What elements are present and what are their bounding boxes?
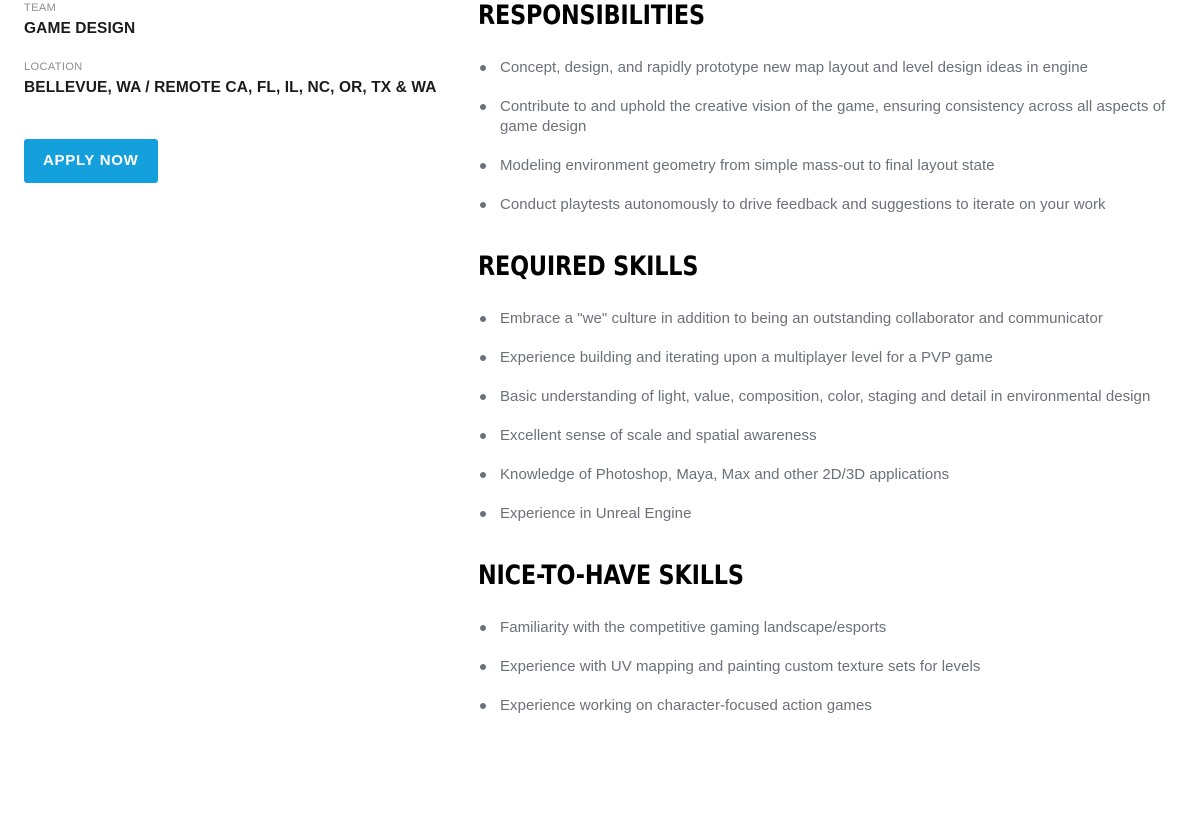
list-item-text: Basic understanding of light, value, com…	[500, 388, 1151, 405]
list-item-text: Experience working on character-focused …	[500, 697, 872, 714]
bullet-dot-icon	[480, 355, 486, 361]
responsibilities-list: Concept, design, and rapidly prototype n…	[478, 58, 1168, 215]
list-item-text: Modeling environment geometry from simpl…	[500, 157, 995, 174]
list-item-text: Experience in Unreal Engine	[500, 505, 692, 522]
bullet-dot-icon	[480, 472, 486, 478]
list-item: Experience with UV mapping and painting …	[478, 657, 1168, 677]
bullet-dot-icon	[480, 104, 486, 110]
list-item: Excellent sense of scale and spatial awa…	[478, 426, 1168, 446]
team-value: GAME DESIGN	[24, 20, 136, 37]
section-heading-responsibilities: RESPONSIBILITIES	[478, 0, 705, 31]
list-item-text: Experience building and iterating upon a…	[500, 349, 993, 366]
job-description-content: RESPONSIBILITIES Concept, design, and ra…	[478, 0, 1168, 752]
team-label: TEAM	[24, 2, 57, 14]
bullet-dot-icon	[480, 433, 486, 439]
team-meta-block: TEAM GAME DESIGN	[24, 0, 444, 39]
location-value: BELLEVUE, WA / REMOTE CA, FL, IL, NC, OR…	[24, 79, 437, 96]
list-item-text: Excellent sense of scale and spatial awa…	[500, 427, 817, 444]
bullet-dot-icon	[480, 202, 486, 208]
bullet-dot-icon	[480, 625, 486, 631]
bullet-dot-icon	[480, 163, 486, 169]
apply-now-button[interactable]: APPLY NOW	[24, 139, 158, 183]
job-listing-page: TEAM GAME DESIGN LOCATION BELLEVUE, WA /…	[0, 0, 1190, 814]
list-item: Modeling environment geometry from simpl…	[478, 156, 1168, 176]
section-required-skills: REQUIRED SKILLS Embrace a "we" culture i…	[478, 251, 1168, 524]
list-item: Embrace a "we" culture in addition to be…	[478, 309, 1168, 329]
job-meta-sidebar: TEAM GAME DESIGN LOCATION BELLEVUE, WA /…	[24, 0, 444, 183]
list-item: Experience working on character-focused …	[478, 696, 1168, 716]
list-item-text: Contribute to and uphold the creative vi…	[500, 98, 1166, 135]
list-item-text: Embrace a "we" culture in addition to be…	[500, 310, 1103, 327]
list-item: Familiarity with the competitive gaming …	[478, 618, 1168, 638]
required-skills-list: Embrace a "we" culture in addition to be…	[478, 309, 1168, 524]
list-item: Experience in Unreal Engine	[478, 504, 1168, 524]
section-nice-to-have-skills: NICE-TO-HAVE SKILLS Familiarity with the…	[478, 560, 1168, 716]
list-item-text: Knowledge of Photoshop, Maya, Max and ot…	[500, 466, 950, 483]
list-item: Contribute to and uphold the creative vi…	[478, 97, 1168, 137]
list-item-text: Concept, design, and rapidly prototype n…	[500, 59, 1089, 76]
list-item-text: Conduct playtests autonomously to drive …	[500, 196, 1106, 213]
list-item: Knowledge of Photoshop, Maya, Max and ot…	[478, 465, 1168, 485]
list-item: Concept, design, and rapidly prototype n…	[478, 58, 1168, 78]
list-item-text: Experience with UV mapping and painting …	[500, 658, 981, 675]
bullet-dot-icon	[480, 316, 486, 322]
section-heading-required-skills: REQUIRED SKILLS	[478, 251, 699, 282]
list-item-text: Familiarity with the competitive gaming …	[500, 619, 887, 636]
bullet-dot-icon	[480, 65, 486, 71]
list-item: Conduct playtests autonomously to drive …	[478, 195, 1168, 215]
location-meta-block: LOCATION BELLEVUE, WA / REMOTE CA, FL, I…	[24, 59, 444, 98]
nice-to-have-skills-list: Familiarity with the competitive gaming …	[478, 618, 1168, 716]
bullet-dot-icon	[480, 511, 486, 517]
bullet-dot-icon	[480, 394, 486, 400]
section-heading-nice-to-have-skills: NICE-TO-HAVE SKILLS	[478, 560, 744, 591]
bullet-dot-icon	[480, 664, 486, 670]
bullet-dot-icon	[480, 703, 486, 709]
section-responsibilities: RESPONSIBILITIES Concept, design, and ra…	[478, 0, 1168, 215]
list-item: Basic understanding of light, value, com…	[478, 387, 1168, 407]
list-item: Experience building and iterating upon a…	[478, 348, 1168, 368]
location-label: LOCATION	[24, 61, 83, 73]
